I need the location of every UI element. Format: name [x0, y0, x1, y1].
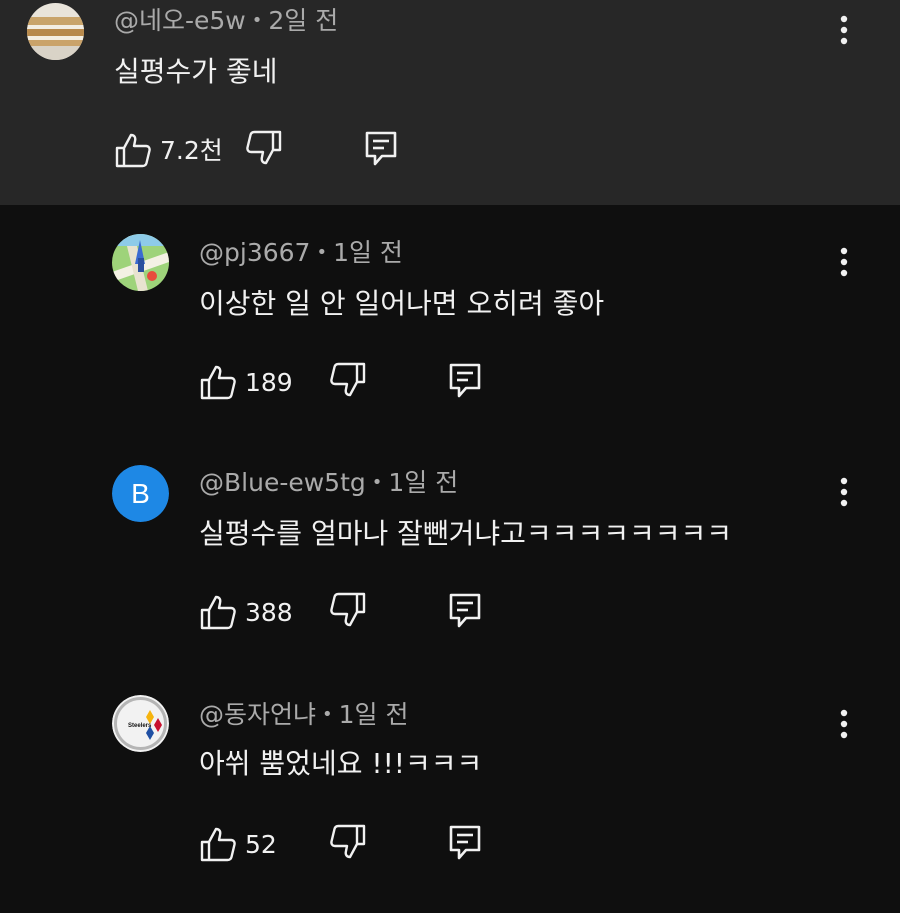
comment-text: 실평수를 얼마나 잘뺀거냐고ㅋㅋㅋㅋㅋㅋㅋㅋ — [199, 517, 733, 550]
thumbs-down-icon — [330, 592, 366, 627]
thumbs-down-icon — [330, 824, 366, 859]
more-vert-icon — [840, 477, 848, 507]
like-button[interactable] — [198, 824, 238, 864]
comment-time[interactable]: 1일 전 — [388, 468, 458, 497]
author-handle[interactable]: @네오-e5w — [114, 6, 246, 35]
map-icon — [112, 234, 169, 291]
parent-comment: @네오-e5w • 2일 전 실평수가 좋네 7.2천 — [0, 0, 900, 205]
thumbs-up-icon — [115, 133, 151, 168]
thumbs-down-icon — [330, 362, 366, 397]
author-handle[interactable]: @pj3667 — [199, 238, 310, 267]
more-options-button[interactable] — [829, 242, 859, 282]
separator-dot: • — [322, 704, 333, 725]
comment-time[interactable]: 2일 전 — [268, 6, 338, 35]
thumbs-up-icon — [200, 365, 236, 400]
reply-comment: @pj3667 • 1일 전 이상한 일 안 일어나면 오히려 좋아 189 — [0, 232, 900, 432]
more-vert-icon — [840, 247, 848, 277]
avatar[interactable] — [27, 3, 84, 60]
avatar-letter: B — [131, 477, 150, 509]
reply-comment: Steelers @동자언냐 • 1일 전 아쒸 뿜었네요 !!!ㅋㅋㅋ 52 — [0, 694, 900, 894]
steelers-logo: Steelers — [112, 695, 169, 752]
avatar-letter-circle: B — [112, 465, 169, 522]
thumbs-up-icon — [200, 595, 236, 630]
like-count: 7.2천 — [160, 136, 223, 165]
comment-meta: @네오-e5w • 2일 전 — [114, 6, 338, 39]
reply-comment-icon — [449, 593, 481, 628]
separator-dot: • — [316, 242, 328, 263]
dislike-button[interactable] — [328, 822, 368, 862]
logo-text: Steelers — [128, 723, 152, 729]
like-button[interactable] — [198, 592, 238, 632]
author-handle[interactable]: @동자언냐 — [199, 700, 316, 729]
dislike-button[interactable] — [328, 590, 368, 630]
dislike-button[interactable] — [328, 360, 368, 400]
reply-comment: B @Blue-ew5tg • 1일 전 실평수를 얼마나 잘뺀거냐고ㅋㅋㅋㅋㅋㅋㅋ… — [0, 462, 900, 662]
avatar[interactable]: B — [112, 465, 169, 522]
like-count: 388 — [245, 598, 293, 627]
comment-time[interactable]: 1일 전 — [339, 700, 409, 729]
like-count: 52 — [245, 830, 277, 859]
reply-button[interactable] — [446, 823, 486, 863]
reply-button[interactable] — [362, 129, 402, 169]
thumbs-down-icon — [246, 130, 282, 165]
avatar[interactable] — [112, 234, 169, 291]
more-options-button[interactable] — [829, 472, 859, 512]
reply-comment-icon — [365, 131, 397, 166]
comments-thread: @네오-e5w • 2일 전 실평수가 좋네 7.2천 @pj3667 • 1일… — [0, 0, 900, 913]
more-vert-icon — [840, 15, 848, 45]
reply-button[interactable] — [446, 361, 486, 401]
comment-meta: @pj3667 • 1일 전 — [199, 238, 403, 271]
like-button[interactable] — [113, 130, 153, 170]
reply-button[interactable] — [446, 591, 486, 631]
author-handle[interactable]: @Blue-ew5tg — [199, 468, 366, 497]
comment-text: 이상한 일 안 일어나면 오히려 좋아 — [199, 287, 605, 320]
more-options-button[interactable] — [829, 704, 859, 744]
more-vert-icon — [840, 709, 848, 739]
separator-dot: • — [251, 10, 263, 31]
reply-comment-icon — [449, 825, 481, 860]
like-button[interactable] — [198, 362, 238, 402]
more-options-button[interactable] — [829, 10, 859, 50]
comment-text: 아쒸 뿜었네요 !!!ㅋㅋㅋ — [199, 747, 483, 780]
comment-meta: @Blue-ew5tg • 1일 전 — [199, 468, 458, 501]
photo-icon — [27, 3, 84, 60]
separator-dot: • — [371, 472, 383, 493]
reply-comment-icon — [449, 363, 481, 398]
comment-text: 실평수가 좋네 — [114, 55, 278, 88]
dislike-button[interactable] — [244, 128, 284, 168]
comment-meta: @동자언냐 • 1일 전 — [199, 700, 409, 733]
comment-time[interactable]: 1일 전 — [333, 238, 403, 267]
thumbs-up-icon — [200, 827, 236, 862]
like-count: 189 — [245, 368, 293, 397]
avatar[interactable]: Steelers — [112, 695, 169, 752]
